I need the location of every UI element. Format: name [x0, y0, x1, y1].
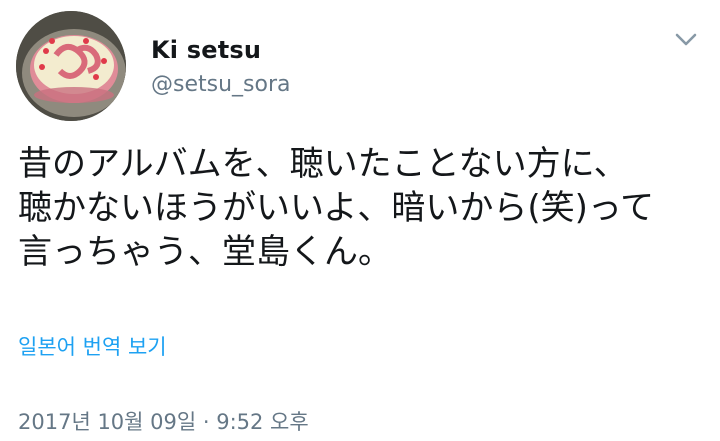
avatar[interactable]	[16, 11, 126, 121]
tweet-timestamp[interactable]: 2017년 10월 09일 · 9:52 오후	[18, 406, 309, 436]
avatar-cake-image	[16, 11, 126, 121]
tweet-text-line: 聴かないほうがいいよ、暗いから(笑)って	[18, 188, 655, 228]
translate-link[interactable]: 일본어 번역 보기	[18, 331, 167, 361]
tweet-text: 昔のアルバムを、聴いたことない方に、 聴かないほうがいいよ、暗いから(笑)って …	[18, 142, 708, 274]
author-display-name[interactable]: Ki setsu	[151, 36, 261, 64]
tweet-card: Ki setsu @setsu_sora 昔のアルバムを、聴いたことない方に、 …	[0, 0, 720, 441]
author-handle[interactable]: @setsu_sora	[151, 72, 290, 97]
chevron-down-icon[interactable]	[672, 30, 700, 50]
tweet-text-line: 言っちゃう、堂島くん。	[18, 232, 392, 272]
tweet-text-line: 昔のアルバムを、聴いたことない方に、	[18, 144, 628, 184]
